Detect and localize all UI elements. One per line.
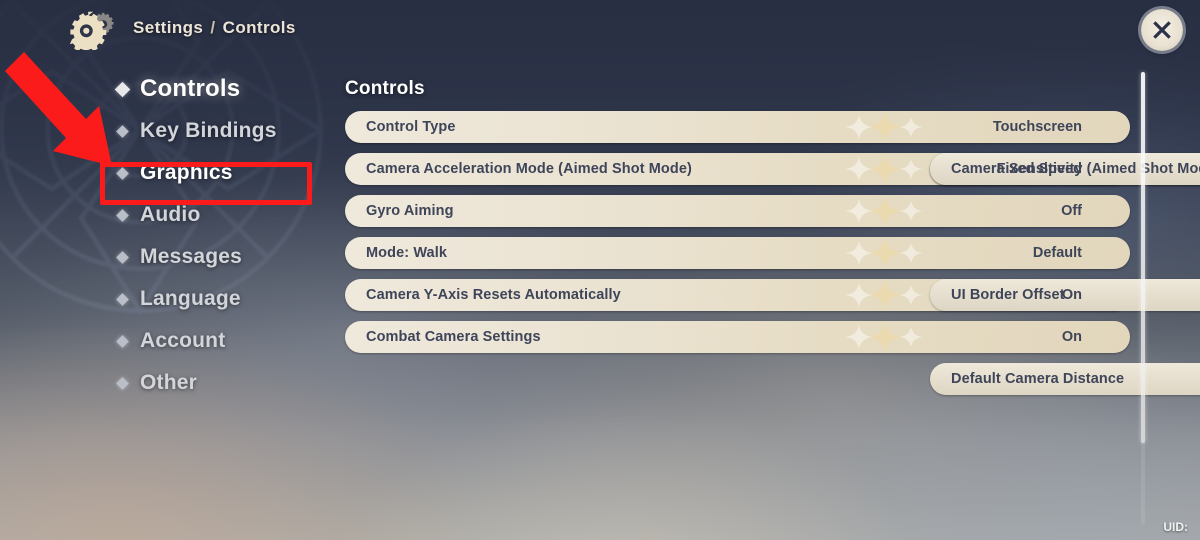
setting-value[interactable]: Fixed Speed — [997, 161, 1082, 177]
sidebar-item-label: Controls — [140, 75, 241, 102]
sidebar-item-messages[interactable]: Messages — [0, 242, 330, 272]
sidebar-item-label: Audio — [140, 203, 201, 226]
setting-label: Control Type — [366, 119, 456, 135]
diamond-bullet-icon — [116, 292, 129, 306]
setting-value[interactable]: On — [1062, 329, 1082, 345]
sparkle-decoration-icon — [845, 321, 975, 353]
diamond-bullet-icon — [116, 208, 129, 222]
setting-row-mode-walk[interactable]: Mode: Walk Default — [345, 237, 1130, 269]
sidebar-item-account[interactable]: Account — [0, 326, 330, 356]
sidebar-item-language[interactable]: Language — [0, 284, 330, 314]
setting-value[interactable]: On — [1062, 287, 1082, 303]
header: Settings / Controls — [0, 0, 1200, 60]
uid-label: UID: — [1163, 520, 1188, 534]
sidebar-item-label: Other — [140, 371, 198, 394]
setting-row-gyro-aiming[interactable]: Gyro Aiming Off — [345, 195, 1130, 227]
sidebar-item-label: Key Bindings — [140, 119, 277, 142]
setting-label: Camera Y-Axis Resets Automatically — [366, 287, 621, 303]
sparkle-decoration-icon — [845, 195, 975, 227]
vertical-scrollbar-track[interactable] — [1141, 72, 1145, 524]
setting-row-control-type[interactable]: Control Type Touchscreen — [345, 111, 1130, 143]
sidebar-item-label: Language — [140, 287, 241, 310]
setting-label: UI Border Offset — [951, 287, 1065, 303]
setting-label: Camera Acceleration Mode (Aimed Shot Mod… — [366, 161, 692, 177]
breadcrumb-current: Controls — [222, 18, 296, 37]
setting-label: Mode: Walk — [366, 245, 448, 261]
diamond-bullet-icon — [116, 334, 129, 348]
setting-value[interactable]: Off — [1061, 203, 1082, 219]
diamond-bullet-icon — [114, 81, 131, 97]
breadcrumb-root[interactable]: Settings — [133, 18, 203, 37]
breadcrumb-separator: / — [210, 18, 216, 37]
diamond-bullet-icon — [116, 250, 129, 264]
settings-sidebar: Controls Key Bindings Graphics Audio Message… — [0, 74, 330, 410]
sidebar-item-controls[interactable]: Controls — [0, 74, 330, 104]
sidebar-item-label: Account — [140, 329, 226, 352]
diamond-bullet-icon — [116, 166, 129, 180]
setting-value[interactable]: Default — [1033, 245, 1082, 261]
settings-rows: Control Type Touchscreen Camera Sensitivit… — [345, 111, 1200, 395]
sidebar-item-key-bindings[interactable]: Key Bindings — [0, 116, 330, 146]
setting-label: Default Camera Distance — [951, 371, 1125, 387]
page-title: Controls — [345, 78, 425, 99]
diamond-bullet-icon — [116, 124, 129, 138]
vertical-scrollbar-thumb[interactable] — [1141, 72, 1145, 443]
diamond-bullet-icon — [116, 376, 129, 390]
setting-row-combat-camera-settings[interactable]: Combat Camera Settings On — [345, 321, 1130, 353]
sparkle-decoration-icon — [845, 237, 975, 269]
sidebar-item-label: Messages — [140, 245, 242, 268]
setting-label: Combat Camera Settings — [366, 329, 541, 345]
gear-icon — [69, 10, 116, 53]
setting-row-default-camera-distance[interactable]: Default Camera Distance4.0 — [930, 363, 1200, 395]
setting-value[interactable]: Touchscreen — [993, 119, 1082, 135]
sidebar-item-label: Graphics — [140, 161, 233, 184]
sparkle-decoration-icon — [845, 111, 975, 143]
settings-content-panel: Controls Control Type Touchscreen Camera S… — [345, 78, 1200, 395]
setting-label: Gyro Aiming — [366, 203, 454, 219]
sidebar-item-audio[interactable]: Audio — [0, 200, 330, 230]
sidebar-item-other[interactable]: Other — [0, 368, 330, 398]
close-button[interactable] — [1141, 9, 1183, 51]
breadcrumb: Settings / Controls — [133, 18, 296, 38]
sidebar-item-graphics[interactable]: Graphics — [0, 158, 330, 188]
close-icon — [1153, 21, 1171, 39]
